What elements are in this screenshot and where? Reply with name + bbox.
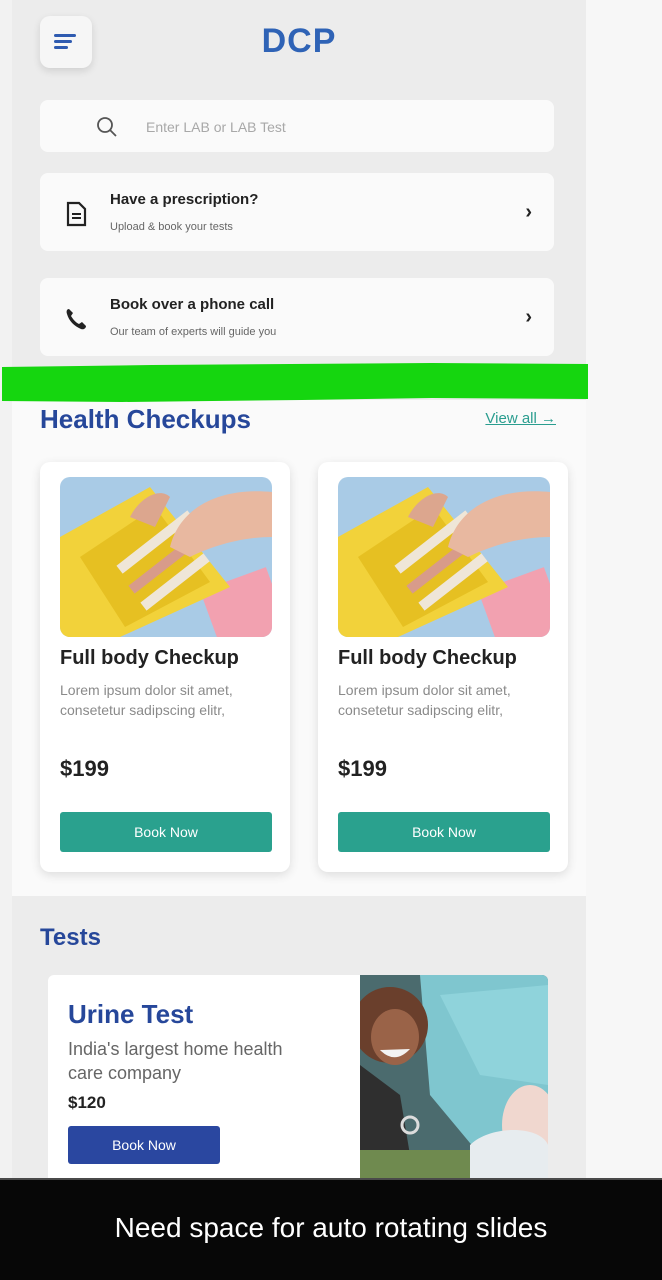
search-icon bbox=[97, 117, 117, 137]
phone-call-subtitle: Our team of experts will guide you bbox=[110, 326, 277, 338]
caption-text: Need space for auto rotating slides bbox=[114, 1212, 548, 1243]
test-card: Urine Test India's largest home health c… bbox=[48, 975, 548, 1180]
chevron-right-icon: › bbox=[525, 306, 532, 328]
prescription-subtitle: Upload & book your tests bbox=[110, 221, 233, 233]
background-strip bbox=[586, 0, 662, 1180]
package-image bbox=[338, 477, 550, 637]
package-price: $199 bbox=[338, 756, 387, 781]
phone-icon bbox=[66, 309, 86, 330]
package-description: Lorem ipsum dolor sit amet, consetetur s… bbox=[338, 682, 511, 718]
top-bar: DCP bbox=[12, 0, 586, 90]
test-title: Urine Test bbox=[68, 999, 194, 1029]
test-description: India's largest home health care company bbox=[68, 1039, 283, 1083]
app-screen: DCP Have a prescription? Upload & book y… bbox=[12, 0, 586, 1180]
package-title: Full body Checkup bbox=[338, 647, 517, 669]
search-bar[interactable] bbox=[40, 100, 554, 152]
test-image bbox=[360, 975, 548, 1180]
view-all-link[interactable]: View all → bbox=[485, 410, 556, 427]
search-input[interactable] bbox=[146, 114, 506, 140]
book-now-button[interactable]: Book Now bbox=[68, 1126, 220, 1164]
book-now-button[interactable]: Book Now bbox=[60, 812, 272, 852]
health-checkups-title: Health Checkups bbox=[40, 404, 251, 434]
package-price: $199 bbox=[60, 756, 109, 781]
package-title: Full body Checkup bbox=[60, 647, 239, 669]
chevron-right-icon: › bbox=[525, 201, 532, 223]
document-icon bbox=[66, 201, 87, 227]
package-image bbox=[60, 477, 272, 637]
package-card: Full body Checkup Lorem ipsum dolor sit … bbox=[40, 462, 290, 872]
prescription-title: Have a prescription? bbox=[110, 191, 259, 208]
brand-title: DCP bbox=[261, 22, 337, 60]
test-price: $120 bbox=[68, 1093, 106, 1112]
phone-call-card[interactable]: Book over a phone call Our team of exper… bbox=[40, 278, 554, 356]
book-now-button[interactable]: Book Now bbox=[338, 812, 550, 852]
prescription-card[interactable]: Have a prescription? Upload & book your … bbox=[40, 173, 554, 251]
tests-title: Tests bbox=[40, 924, 101, 951]
package-card: Full body Checkup Lorem ipsum dolor sit … bbox=[318, 462, 568, 872]
package-description: Lorem ipsum dolor sit amet, consetetur s… bbox=[60, 682, 233, 718]
annotation-highlight bbox=[2, 363, 588, 402]
phone-call-title: Book over a phone call bbox=[110, 296, 275, 313]
